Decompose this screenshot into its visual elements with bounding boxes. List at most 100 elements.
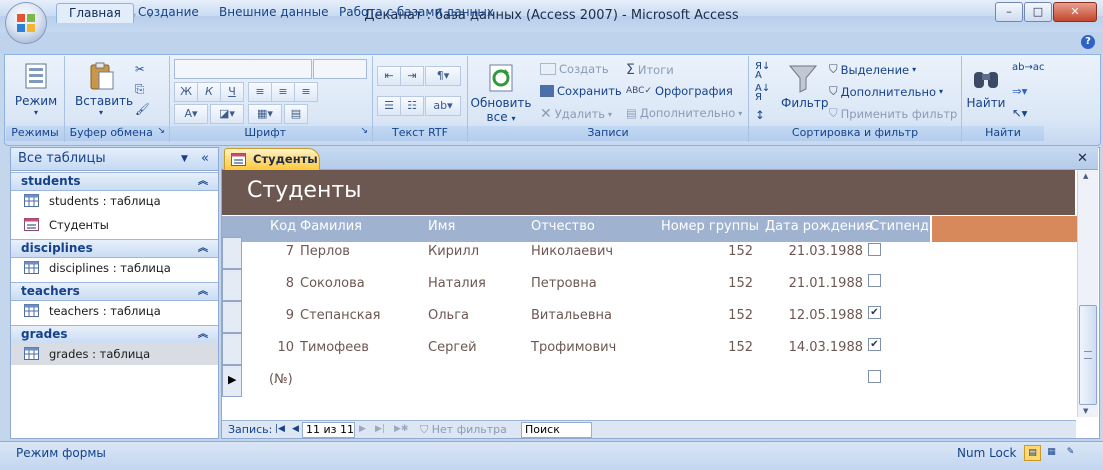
refresh-all-button[interactable]: Обновить все ▾ [470, 62, 532, 124]
cell-lastname[interactable]: Перлов [300, 244, 350, 259]
cell-firstname[interactable]: Наталия [428, 276, 486, 291]
first-record-icon[interactable]: |◀ [275, 421, 285, 438]
office-button[interactable] [6, 3, 46, 43]
cell-firstname[interactable]: Кирилл [428, 244, 479, 259]
paragraph-icon[interactable]: ¶▾ [425, 66, 461, 86]
record-selector[interactable] [222, 237, 242, 269]
tab-students-form[interactable]: Студенты [224, 148, 320, 170]
tab-database-tools[interactable]: Работа с базами данных [327, 3, 506, 22]
tab-create[interactable]: Создание [126, 3, 211, 22]
copy-icon[interactable]: ⎘ [135, 82, 144, 97]
dialog-launcher-icon[interactable]: ↘ [360, 126, 368, 136]
font-color-icon[interactable]: A▾ [174, 104, 208, 124]
stipend-checkbox-checked[interactable]: ✔ [868, 338, 881, 351]
cell-lastname[interactable]: Тимофеев [300, 340, 369, 355]
cell-lastname[interactable]: Степанская [300, 308, 380, 323]
cell-group[interactable]: 152 [700, 244, 753, 259]
underline-icon[interactable]: Ч [220, 82, 244, 102]
nav-item-teachers-table[interactable]: teachers : таблица [11, 300, 218, 322]
align-left-icon[interactable]: ≡ [248, 82, 272, 102]
paste-button[interactable]: Вставить ▾ [75, 60, 133, 117]
increase-indent-icon[interactable]: ⇥ [400, 66, 424, 86]
filter-status[interactable]: ⛉ Нет фильтра [420, 421, 507, 438]
scroll-down-icon[interactable]: ▼ [1083, 407, 1088, 415]
cell-dob[interactable]: 12.05.1988 [780, 308, 863, 323]
alt-row-color-icon[interactable]: ▤ [284, 104, 308, 124]
cell-dob[interactable]: 21.03.1988 [780, 244, 863, 259]
italic-icon[interactable]: К [197, 82, 221, 102]
fill-color-icon[interactable]: ◪▾ [210, 104, 244, 124]
tab-home[interactable]: Главная [56, 3, 134, 23]
bold-icon[interactable]: Ж [174, 82, 198, 102]
goto-icon[interactable]: ⇒▾ [1012, 84, 1027, 98]
form-view-status-icon[interactable]: ▤ [1024, 445, 1041, 461]
cell-firstname[interactable]: Сергей [428, 340, 477, 355]
filter-button[interactable]: Фильтр [781, 62, 828, 110]
nav-group-grades[interactable]: grades ︽ [11, 325, 218, 344]
collapse-pane-icon[interactable]: « [201, 148, 209, 170]
design-view-icon[interactable]: ✎ [1063, 445, 1078, 459]
stipend-checkbox[interactable] [868, 274, 881, 287]
cell-middlename[interactable]: Петровна [531, 276, 597, 291]
nav-item-students-table[interactable]: students : таблица [11, 190, 218, 212]
prev-record-icon[interactable]: ◀ [292, 421, 299, 438]
stipend-checkbox[interactable] [868, 370, 881, 383]
toggle-filter-button[interactable]: ⛉ Применить фильтр [829, 106, 957, 121]
gridlines-icon[interactable]: ▦▾ [248, 104, 282, 124]
next-record-icon[interactable]: ▶ [359, 421, 366, 438]
align-center-icon[interactable]: ≡ [271, 82, 295, 102]
search-input[interactable]: Поиск [521, 422, 592, 438]
nav-group-teachers[interactable]: teachers ︽ [11, 282, 218, 301]
chevron-down-icon[interactable]: ▼ [181, 148, 188, 170]
stipend-checkbox-checked[interactable]: ✔ [868, 306, 881, 319]
minimize-icon[interactable]: – [995, 2, 1023, 22]
spelling-button[interactable]: ABC✓ Орфография [626, 84, 733, 98]
cell-id[interactable]: 8 [262, 276, 294, 291]
maximize-icon[interactable]: □ [1024, 2, 1052, 22]
find-button[interactable]: Найти [966, 62, 1006, 110]
format-painter-icon[interactable]: 🖌 [135, 102, 150, 116]
nav-item-grades-table[interactable]: grades : таблица [11, 343, 218, 365]
totals-button[interactable]: Σ Итоги [626, 62, 674, 78]
delete-record-button[interactable]: ✕ Удалить ▾ [540, 106, 612, 122]
last-record-icon[interactable]: ▶| [375, 421, 385, 438]
font-size-combo[interactable] [313, 59, 367, 79]
font-name-combo[interactable] [174, 59, 312, 79]
stipend-checkbox[interactable] [868, 243, 881, 256]
bullets-icon[interactable]: ☰ [377, 96, 401, 116]
cell-id[interactable]: 10 [262, 340, 294, 355]
new-record-button[interactable]: Создать [540, 62, 609, 76]
record-selector[interactable] [222, 301, 242, 333]
close-document-icon[interactable]: ✕ [1077, 151, 1088, 166]
cell-id-new[interactable]: (№) [269, 372, 293, 387]
cell-group[interactable]: 152 [700, 340, 753, 355]
cell-middlename[interactable]: Трофимович [531, 340, 616, 355]
cell-middlename[interactable]: Витальевна [531, 308, 612, 323]
cell-dob[interactable]: 21.01.1988 [780, 276, 863, 291]
layout-view-icon[interactable]: ▦ [1044, 445, 1059, 459]
dialog-launcher-icon[interactable]: ↘ [157, 126, 165, 136]
cell-id[interactable]: 7 [262, 244, 294, 259]
replace-icon[interactable]: ab→ac [1012, 62, 1044, 73]
view-button[interactable]: Режим ▾ [14, 60, 58, 117]
record-selector[interactable] [222, 269, 242, 301]
help-icon[interactable]: ? [1081, 35, 1095, 49]
selection-button[interactable]: ⛉ Выделение ▾ [829, 62, 916, 77]
nav-item-disciplines-table[interactable]: disciplines : таблица [11, 257, 218, 279]
scrollbar-thumb[interactable] [1079, 305, 1097, 405]
cell-group[interactable]: 152 [700, 276, 753, 291]
scroll-up-icon[interactable]: ▲ [1083, 172, 1088, 180]
cell-group[interactable]: 152 [700, 308, 753, 323]
cell-middlename[interactable]: Николаевич [531, 244, 613, 259]
sort-descending-icon[interactable]: А↓ Я [755, 84, 770, 103]
nav-group-disciplines[interactable]: disciplines ︽ [11, 239, 218, 258]
cell-lastname[interactable]: Соколова [300, 276, 365, 291]
clear-sort-icon[interactable]: ↕ [755, 108, 765, 122]
cell-dob[interactable]: 14.03.1988 [780, 340, 863, 355]
record-selector-new[interactable]: ▶ [222, 365, 242, 397]
sort-ascending-icon[interactable]: Я↓ А [755, 62, 770, 81]
advanced-filter-button[interactable]: ⛉ Дополнительно ▾ [829, 84, 943, 99]
record-selector[interactable] [222, 333, 242, 365]
highlight-icon[interactable]: ab▾ [425, 96, 461, 116]
record-position-input[interactable]: 11 из 11 [302, 422, 355, 438]
